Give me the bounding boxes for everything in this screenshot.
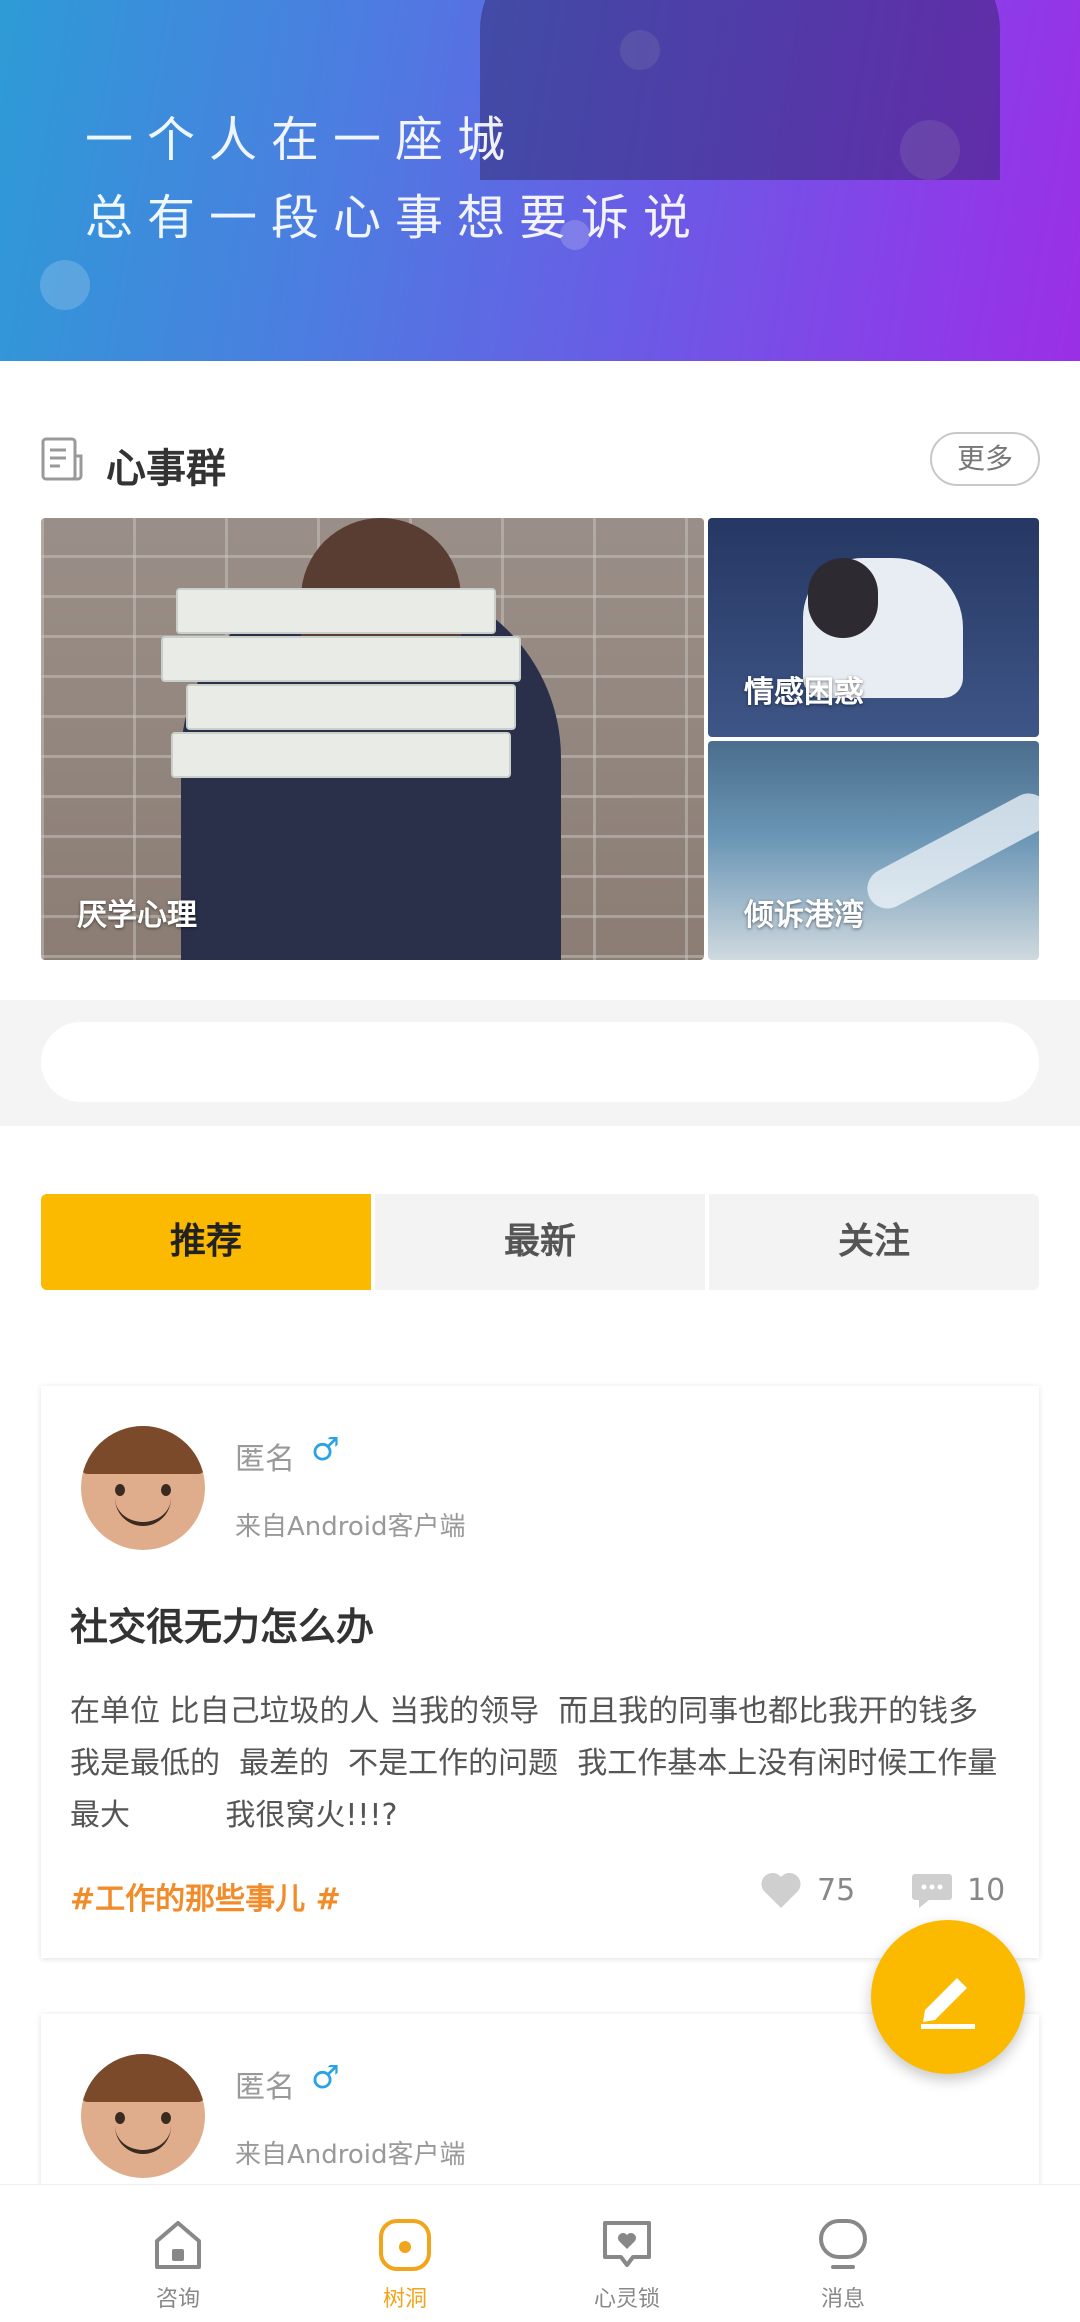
avatar-mouth — [115, 1498, 171, 1526]
treehole-icon — [379, 2219, 431, 2271]
avatar-eye — [115, 1484, 125, 1496]
comment-count: 10 — [967, 1872, 1006, 1908]
nav-label: 心灵锁 — [593, 2287, 660, 2312]
hero-banner[interactable]: 一个人在一座城 总有一段心事想要诉说 — [0, 0, 1080, 361]
comment-button[interactable]: 10 — [911, 1870, 1005, 1912]
heart-chat-icon — [603, 2221, 651, 2267]
bokeh-light — [40, 260, 90, 310]
banner-slogan-line2: 总有一段心事想要诉说 — [85, 190, 706, 246]
group-card-study[interactable]: 厌学心理 — [41, 518, 704, 960]
post-card[interactable]: 匿名 ♂ 来自Android客户端 社交很无力怎么办 在单位 比自己垃圾的人 当… — [41, 1386, 1039, 1958]
more-button[interactable]: 更多 — [930, 432, 1040, 486]
tab-recommend[interactable]: 推荐 — [41, 1194, 371, 1290]
avatar[interactable] — [81, 2054, 205, 2178]
post-source: 来自Android客户端 — [235, 1512, 466, 1542]
nav-item-messages[interactable]: 消息 — [783, 2185, 903, 2322]
compose-fab[interactable] — [871, 1920, 1025, 2074]
section-title: 心事群 — [106, 446, 226, 492]
document-icon — [41, 437, 83, 481]
group-card-harbor[interactable]: 倾诉港湾 — [708, 741, 1039, 960]
post-body: 在单位 比自己垃圾的人 当我的领导 而且我的同事也都比我开的钱多 我是最低的 最… — [70, 1694, 1007, 1833]
book-image — [171, 732, 511, 778]
section-header: 心事群 更多 — [40, 430, 1040, 492]
like-count: 75 — [817, 1872, 856, 1908]
post-author: 匿名 — [235, 1442, 295, 1477]
post-topic-tag[interactable]: #工作的那些事儿 # — [70, 1874, 341, 1918]
tab-latest[interactable]: 最新 — [375, 1194, 705, 1290]
avatar-eye — [115, 2112, 125, 2124]
post-source: 来自Android客户端 — [235, 2140, 466, 2170]
post-title: 社交很无力怎么办 — [70, 1605, 375, 1649]
pencil-icon — [921, 1978, 975, 2029]
search-bar-container — [0, 1000, 1080, 1126]
tab-follow[interactable]: 关注 — [709, 1194, 1039, 1290]
bottom-navigation: 咨询 树洞 心灵锁 消息 — [0, 2184, 1080, 2322]
avatar-hair — [81, 2054, 205, 2102]
spoon-image — [860, 786, 1039, 916]
like-button[interactable]: 75 — [759, 1870, 855, 1912]
banner-slogan-line1: 一个人在一座城 — [85, 112, 520, 168]
group-grid: 厌学心理 情感困惑 倾诉港湾 — [41, 518, 1039, 960]
book-image — [176, 588, 496, 634]
search-input[interactable] — [41, 1022, 1039, 1102]
comment-icon — [912, 1874, 952, 1908]
male-icon: ♂ — [311, 2058, 340, 2096]
group-card-emotion[interactable]: 情感困惑 — [708, 518, 1039, 737]
message-bubble-icon — [819, 2219, 867, 2269]
avatar-hair — [81, 1426, 205, 1474]
male-icon: ♂ — [311, 1430, 340, 1468]
nav-item-heartlock[interactable]: 心灵锁 — [567, 2185, 687, 2322]
nav-item-treehole[interactable]: 树洞 — [345, 2185, 465, 2322]
post-author: 匿名 — [235, 2070, 295, 2105]
avatar-eye — [161, 2112, 171, 2124]
heart-icon — [761, 1872, 801, 1908]
group-label: 情感困惑 — [744, 675, 864, 710]
umbrella-silhouette — [480, 0, 1000, 180]
avatar-mouth — [115, 2126, 171, 2154]
book-image — [186, 684, 516, 730]
home-icon — [155, 2221, 201, 2269]
nav-item-consult[interactable]: 咨询 — [118, 2185, 238, 2322]
nav-label: 咨询 — [155, 2287, 200, 2312]
feed-tabs: 推荐 最新 关注 — [41, 1194, 1039, 1290]
group-label: 厌学心理 — [77, 898, 197, 933]
avatar-eye — [161, 1484, 171, 1496]
app-screen: 一个人在一座城 总有一段心事想要诉说 心事群 更多 厌学心理 情感困惑 倾诉港湾… — [0, 0, 1080, 2322]
group-label: 倾诉港湾 — [744, 898, 864, 933]
nav-label: 消息 — [820, 2287, 865, 2312]
figure-hair-image — [808, 558, 878, 638]
avatar[interactable] — [81, 1426, 205, 1550]
book-image — [161, 636, 521, 682]
nav-label: 树洞 — [382, 2287, 427, 2312]
